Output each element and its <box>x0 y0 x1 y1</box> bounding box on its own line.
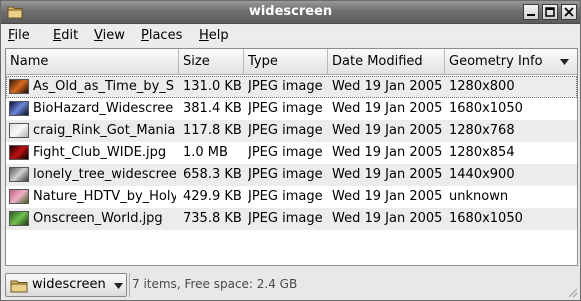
menu-view[interactable]: View <box>94 28 125 43</box>
menu-file[interactable]: File <box>8 28 30 43</box>
status-divider <box>129 273 130 297</box>
window-title: widescreen <box>248 4 333 19</box>
cell-geometry: 1280x854 <box>449 145 515 160</box>
menu-places-mnemonic: P <box>141 28 149 43</box>
menu-edit-mnemonic: E <box>53 28 62 43</box>
menu-places[interactable]: Places <box>141 28 182 43</box>
column-header-size-label: Size <box>183 54 210 69</box>
folder-icon <box>10 280 28 293</box>
cell-size: 381.4 KB <box>183 101 242 116</box>
image-thumbnail-icon <box>9 101 29 116</box>
column-header-name[interactable]: Name <box>6 49 179 74</box>
maximize-icon <box>545 7 555 17</box>
image-thumbnail-icon <box>9 189 29 204</box>
menu-places-label: laces <box>148 28 183 43</box>
cell-size: 1.0 MB <box>183 145 228 160</box>
menu-help[interactable]: Help <box>199 28 229 43</box>
column-header-geometry[interactable]: Geometry Info <box>445 49 577 74</box>
menu-edit-label: dit <box>61 28 79 43</box>
resize-grip-icon[interactable] <box>566 286 578 298</box>
cell-size: 735.8 KB <box>183 211 242 226</box>
cell-name: BioHazard_Widescree <box>33 101 174 116</box>
image-thumbnail-icon <box>9 123 29 138</box>
image-thumbnail-icon <box>9 167 29 182</box>
cell-type: JPEG image <box>248 189 323 204</box>
location-dropdown-button[interactable]: widescreen <box>5 273 127 297</box>
cell-type: JPEG image <box>248 123 323 138</box>
chevron-down-icon <box>114 283 123 289</box>
sort-descending-icon <box>560 59 569 65</box>
cell-name: lonely_tree_widescree <box>33 167 176 182</box>
column-header-size[interactable]: Size <box>179 49 244 74</box>
column-header-type[interactable]: Type <box>244 49 328 74</box>
status-info: 7 items, Free space: 2.4 GB <box>132 277 298 291</box>
cell-type: JPEG image <box>248 211 323 226</box>
table-row[interactable]: Fight_Club_WIDE.jpg 1.0 MB JPEG image Wed 1… <box>6 142 577 164</box>
cell-geometry: 1280x768 <box>449 123 515 138</box>
column-header-date[interactable]: Date Modified <box>328 49 445 74</box>
cell-geometry: unknown <box>449 189 509 204</box>
menu-file-label: ile <box>14 28 30 43</box>
column-header-geometry-label: Geometry Info <box>449 54 543 69</box>
cell-name: As_Old_as_Time_by_S <box>33 79 175 94</box>
cell-date: Wed 19 Jan 2005 <box>332 123 443 138</box>
cell-type: JPEG image <box>248 145 323 160</box>
cell-name: Nature_HDTV_by_Holy <box>33 189 176 204</box>
minimize-icon <box>527 14 535 16</box>
menu-bar: File Edit View Places Help <box>1 25 580 47</box>
cell-type: JPEG image <box>248 101 323 116</box>
cell-date: Wed 19 Jan 2005 <box>332 211 443 226</box>
close-button[interactable] <box>561 4 577 20</box>
cell-type: JPEG image <box>248 167 323 182</box>
table-row[interactable]: Nature_HDTV_by_Holy 429.9 KB JPEG image Wed… <box>6 186 577 208</box>
cell-geometry: 1440x900 <box>449 167 515 182</box>
image-thumbnail-icon <box>9 211 29 226</box>
table-row[interactable]: BioHazard_Widescree 381.4 KB JPEG image Wed… <box>6 98 577 120</box>
table-row[interactable]: As_Old_as_Time_by_S 131.0 KB JPEG image Wed… <box>6 76 577 98</box>
cell-date: Wed 19 Jan 2005 <box>332 101 443 116</box>
cell-size: 131.0 KB <box>183 79 242 94</box>
minimize-button[interactable] <box>523 4 539 20</box>
cell-type: JPEG image <box>248 79 323 94</box>
cell-date: Wed 19 Jan 2005 <box>332 167 443 182</box>
image-thumbnail-icon <box>9 79 29 94</box>
table-row[interactable]: Onscreen_World.jpg 735.8 KB JPEG image Wed … <box>6 208 577 230</box>
maximize-button[interactable] <box>542 4 558 20</box>
menu-view-label: iew <box>102 28 125 43</box>
cell-size: 117.8 KB <box>183 123 242 138</box>
close-icon <box>564 7 574 17</box>
menu-view-mnemonic: V <box>94 28 103 43</box>
cell-geometry: 1280x800 <box>449 79 515 94</box>
column-header-name-label: Name <box>10 54 49 69</box>
cell-name: Fight_Club_WIDE.jpg <box>33 145 167 160</box>
location-label: widescreen <box>32 277 106 292</box>
menu-help-mnemonic: H <box>199 28 209 43</box>
table-row[interactable]: lonely_tree_widescree 658.3 KB JPEG image W… <box>6 164 577 186</box>
cell-date: Wed 19 Jan 2005 <box>332 189 443 204</box>
title-bar[interactable]: widescreen <box>1 1 580 24</box>
image-thumbnail-icon <box>9 145 29 160</box>
list-header: Name Size Type Date Modified Geometry In… <box>6 49 577 75</box>
file-manager-window: widescreen File Edit View Places Help Na… <box>0 0 581 301</box>
table-row[interactable]: craig_Rink_Got_Mania 117.8 KB JPEG image We… <box>6 120 577 142</box>
cell-name: Onscreen_World.jpg <box>33 211 163 226</box>
cell-geometry: 1680x1050 <box>449 211 523 226</box>
file-list[interactable]: Name Size Type Date Modified Geometry In… <box>5 48 578 266</box>
column-header-date-label: Date Modified <box>332 54 423 69</box>
cell-size: 658.3 KB <box>183 167 242 182</box>
cell-date: Wed 19 Jan 2005 <box>332 79 443 94</box>
cell-name: craig_Rink_Got_Mania <box>33 123 176 138</box>
status-bar: widescreen 7 items, Free space: 2.4 GB <box>1 269 580 300</box>
menu-help-label: elp <box>208 28 229 43</box>
menu-edit[interactable]: Edit <box>53 28 78 43</box>
column-header-type-label: Type <box>248 54 278 69</box>
cell-date: Wed 19 Jan 2005 <box>332 145 443 160</box>
cell-size: 429.9 KB <box>183 189 242 204</box>
cell-geometry: 1680x1050 <box>449 101 523 116</box>
